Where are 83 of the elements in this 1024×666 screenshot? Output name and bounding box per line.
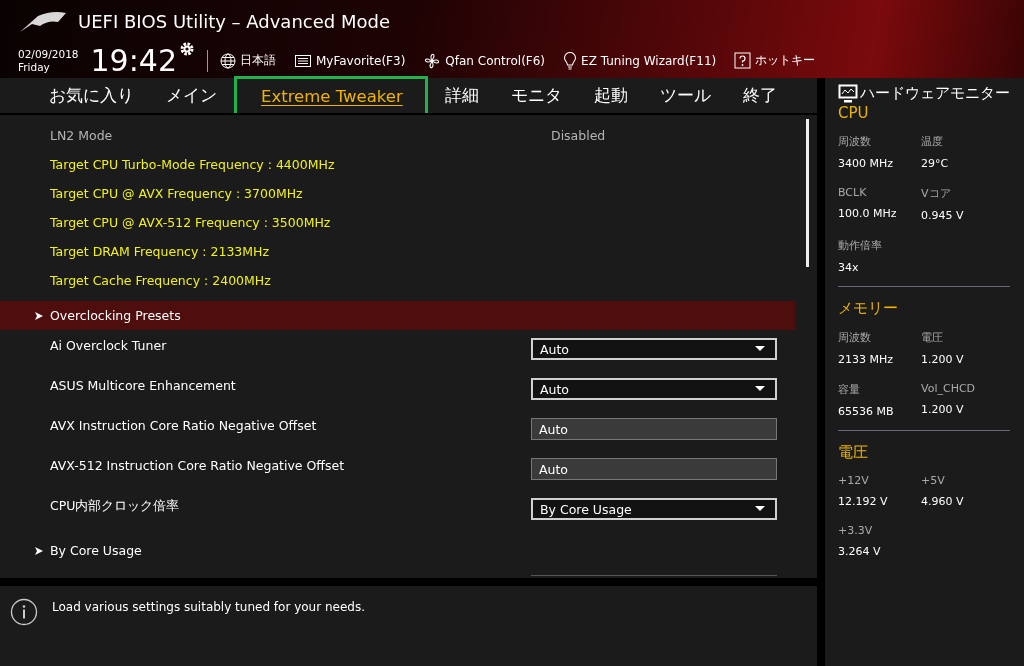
sensor-value: 29°C xyxy=(921,157,950,170)
sensor-label: Vol_CHCD xyxy=(921,382,977,395)
setting-label: ASUS Multicore Enhancement xyxy=(50,378,236,393)
submenu-item[interactable]: Overclocking Presets xyxy=(0,301,795,330)
frequency-info: Target CPU @ AVX Frequency : 3700MHz xyxy=(50,186,303,201)
section-title: CPU xyxy=(838,104,870,122)
setting-label: Ai Overclock Tuner xyxy=(50,338,167,353)
input-field[interactable]: Auto xyxy=(531,418,777,440)
date-text: 02/09/2018 xyxy=(18,47,79,61)
globe-icon xyxy=(220,52,236,69)
dropdown-value: By Core Usage xyxy=(540,501,632,517)
setting-label: CPU内部クロック倍率 xyxy=(50,498,180,515)
toolbar-button[interactable]: Qfan Control(F6) xyxy=(423,51,546,70)
sensor-value: 2133 MHz xyxy=(838,353,895,366)
sensor-label: 動作倍率 xyxy=(838,238,883,253)
sensor-value: 12.192 V xyxy=(838,495,889,508)
dropdown[interactable]: By Core Usage xyxy=(531,498,777,520)
help-icon xyxy=(734,52,752,69)
setting-label: LN2 Mode xyxy=(50,128,113,143)
section-title: メモリー xyxy=(838,299,899,318)
window-title: UEFI BIOS Utility – Advanced Mode xyxy=(78,11,390,32)
sensor-value: 100.0 MHz xyxy=(838,207,898,220)
fan-icon xyxy=(423,51,442,70)
sensor-label: 容量 xyxy=(838,382,861,397)
toolbar-button[interactable]: MyFavorite(F3) xyxy=(294,53,406,68)
sensor-label: +12V xyxy=(838,474,870,487)
submenu-label: By Core Usage xyxy=(50,543,142,558)
dropdown[interactable]: Auto xyxy=(531,338,777,360)
sensor-label: BCLK xyxy=(838,186,868,199)
sensor-label: Vコア xyxy=(921,186,952,201)
menu-tab[interactable]: モニタ xyxy=(495,75,577,116)
help-text: Load various settings suitably tuned for your needs. xyxy=(52,600,366,614)
sensor-value: 4.960 V xyxy=(921,495,965,508)
toolbar-button[interactable]: ホットキー xyxy=(734,52,816,69)
setting-value: Disabled xyxy=(551,128,607,143)
setting-label: AVX-512 Instruction Core Ratio Negative Offset xyxy=(50,458,345,473)
setting-label: AVX Instruction Core Ratio Negative Offset xyxy=(50,418,317,433)
sensor-label: +5V xyxy=(921,474,946,487)
list-icon xyxy=(294,53,312,68)
submenu-label: Overclocking Presets xyxy=(50,308,181,323)
sensor-label: 電圧 xyxy=(921,330,944,345)
dropdown-value: Auto xyxy=(540,341,570,357)
sensor-label: 温度 xyxy=(921,134,944,149)
dropdown[interactable]: Auto xyxy=(531,378,777,400)
sensor-value: 34x xyxy=(838,261,860,274)
sensor-label: +3.3V xyxy=(838,524,874,537)
sensor-label: 周波数 xyxy=(838,330,872,345)
section-title: 電圧 xyxy=(838,443,869,462)
info-icon xyxy=(10,598,38,626)
submenu-item[interactable]: By Core Usage xyxy=(0,536,795,565)
frequency-info: Target Cache Frequency : 2400MHz xyxy=(50,273,271,288)
arrow-icon xyxy=(34,545,44,556)
menu-tab[interactable]: 起動 xyxy=(578,75,643,116)
caret-icon xyxy=(755,346,765,352)
menu-tab[interactable]: 詳細 xyxy=(429,75,494,116)
scrollbar[interactable] xyxy=(806,119,809,267)
frequency-info: Target CPU @ AVX-512 Frequency : 3500MHz xyxy=(50,215,331,230)
menu-tab[interactable]: 終了 xyxy=(727,75,792,116)
sensor-label: 周波数 xyxy=(838,134,872,149)
settings-icon[interactable] xyxy=(179,41,195,57)
monitor-icon xyxy=(838,84,858,104)
menu-tab[interactable]: メイン xyxy=(151,75,232,116)
arrow-icon xyxy=(34,310,44,321)
sensor-value: 3.264 V xyxy=(838,545,882,558)
menu-tab[interactable]: お気に入り xyxy=(34,75,149,116)
caret-icon xyxy=(755,506,765,512)
sensor-value: 3400 MHz xyxy=(838,157,895,170)
dropdown-value: Auto xyxy=(540,381,570,397)
menu-tab[interactable]: ツール xyxy=(644,75,726,116)
toolbar-button[interactable]: 日本語 xyxy=(220,52,276,69)
caret-icon xyxy=(755,386,765,392)
frequency-info: Target DRAM Frequency : 2133MHz xyxy=(50,244,270,259)
lightbulb-icon xyxy=(563,51,578,70)
panel-title: ハードウェアモニター xyxy=(860,84,1010,102)
day-text: Friday xyxy=(18,60,51,74)
clock-time: 19:42 xyxy=(90,43,177,78)
sensor-value: 1.200 V xyxy=(921,353,965,366)
sensor-value: 65536 MB xyxy=(838,405,895,418)
toolbar-button[interactable]: EZ Tuning Wizard(F11) xyxy=(563,51,717,70)
frequency-info: Target CPU Turbo-Mode Frequency : 4400MHz xyxy=(50,157,335,172)
sensor-value: 0.945 V xyxy=(921,209,965,222)
sensor-value: 1.200 V xyxy=(921,403,965,416)
input-field[interactable]: Auto xyxy=(531,458,777,480)
